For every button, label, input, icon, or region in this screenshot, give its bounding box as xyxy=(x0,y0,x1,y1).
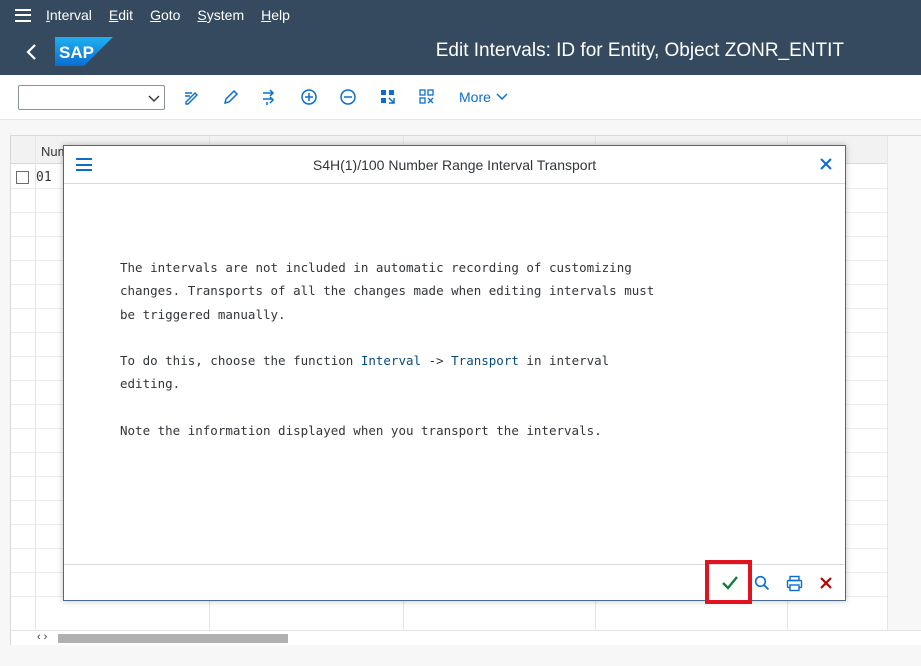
deselect-all-icon xyxy=(419,89,434,104)
message-paragraph-1: The intervals are not included in automa… xyxy=(120,260,655,322)
highlight-box xyxy=(705,560,752,604)
delete-interval-button[interactable] xyxy=(338,87,358,107)
menu-goto[interactable]: Goto xyxy=(150,7,180,23)
insert-interval-button[interactable] xyxy=(299,87,319,107)
menu-bar: Interval Edit Goto System Help xyxy=(0,0,921,30)
hamburger-menu-icon[interactable] xyxy=(0,0,46,30)
plus-circle-icon xyxy=(301,89,317,105)
cancel-button[interactable] xyxy=(816,573,836,593)
chevron-left-icon xyxy=(26,44,36,60)
dialog-message: The intervals are not included in automa… xyxy=(120,256,654,442)
command-field[interactable] xyxy=(18,85,165,110)
select-all-button[interactable] xyxy=(378,87,398,107)
dialog-header: S4H(1)/100 Number Range Interval Transpo… xyxy=(64,146,845,184)
close-icon[interactable] xyxy=(819,157,833,171)
table-side-panel xyxy=(887,136,921,630)
chevron-down-icon xyxy=(496,93,508,101)
minus-circle-icon xyxy=(340,89,356,105)
deselect-all-button[interactable] xyxy=(417,87,437,107)
select-all-icon xyxy=(381,90,395,104)
message-arrow: -> xyxy=(421,353,452,369)
display-change-button[interactable] xyxy=(182,87,202,107)
printer-icon xyxy=(786,575,802,591)
edit-button[interactable] xyxy=(221,87,241,107)
transport-dialog: S4H(1)/100 Number Range Interval Transpo… xyxy=(63,145,846,601)
menu-help[interactable]: Help xyxy=(261,7,290,23)
more-button[interactable]: More xyxy=(459,89,508,105)
sap-logo: SAP xyxy=(55,37,113,66)
menu-interval[interactable]: Interval xyxy=(46,7,92,23)
menu-edit[interactable]: Edit xyxy=(109,7,133,23)
transport-arrows-icon xyxy=(263,89,275,105)
keyword-interval: Interval xyxy=(360,353,422,369)
transport-button[interactable] xyxy=(260,87,280,107)
row-select-checkbox[interactable] xyxy=(16,171,29,184)
pencil-icon xyxy=(223,89,239,105)
table-row-number: 01 xyxy=(36,170,52,185)
print-button[interactable] xyxy=(784,573,804,593)
sap-logo-text: SAP xyxy=(59,43,94,62)
search-icon xyxy=(754,575,770,591)
back-button[interactable] xyxy=(20,41,42,63)
scroll-arrows-icon[interactable]: ‹› xyxy=(37,631,50,643)
horizontal-scrollbar[interactable]: ‹› xyxy=(11,630,921,645)
toolbar: More xyxy=(0,75,921,120)
dialog-title: S4H(1)/100 Number Range Interval Transpo… xyxy=(312,157,597,173)
status-bar xyxy=(0,645,921,666)
chevron-down-icon xyxy=(148,95,160,102)
keyword-transport: Transport xyxy=(451,353,519,369)
page-title: Edit Intervals: ID for Entity, Object ZO… xyxy=(435,40,844,61)
title-bar: SAP Edit Intervals: ID for Entity, Objec… xyxy=(0,30,921,75)
scrollbar-thumb[interactable] xyxy=(58,634,288,643)
menu-system[interactable]: System xyxy=(197,7,244,23)
more-label: More xyxy=(459,89,491,105)
find-button[interactable] xyxy=(752,573,772,593)
message-paragraph-3: Note the information displayed when you … xyxy=(120,423,602,439)
message-paragraph-2-start: To do this, choose the function xyxy=(120,353,361,369)
glasses-pencil-icon xyxy=(185,92,198,105)
cancel-x-icon xyxy=(820,577,832,589)
